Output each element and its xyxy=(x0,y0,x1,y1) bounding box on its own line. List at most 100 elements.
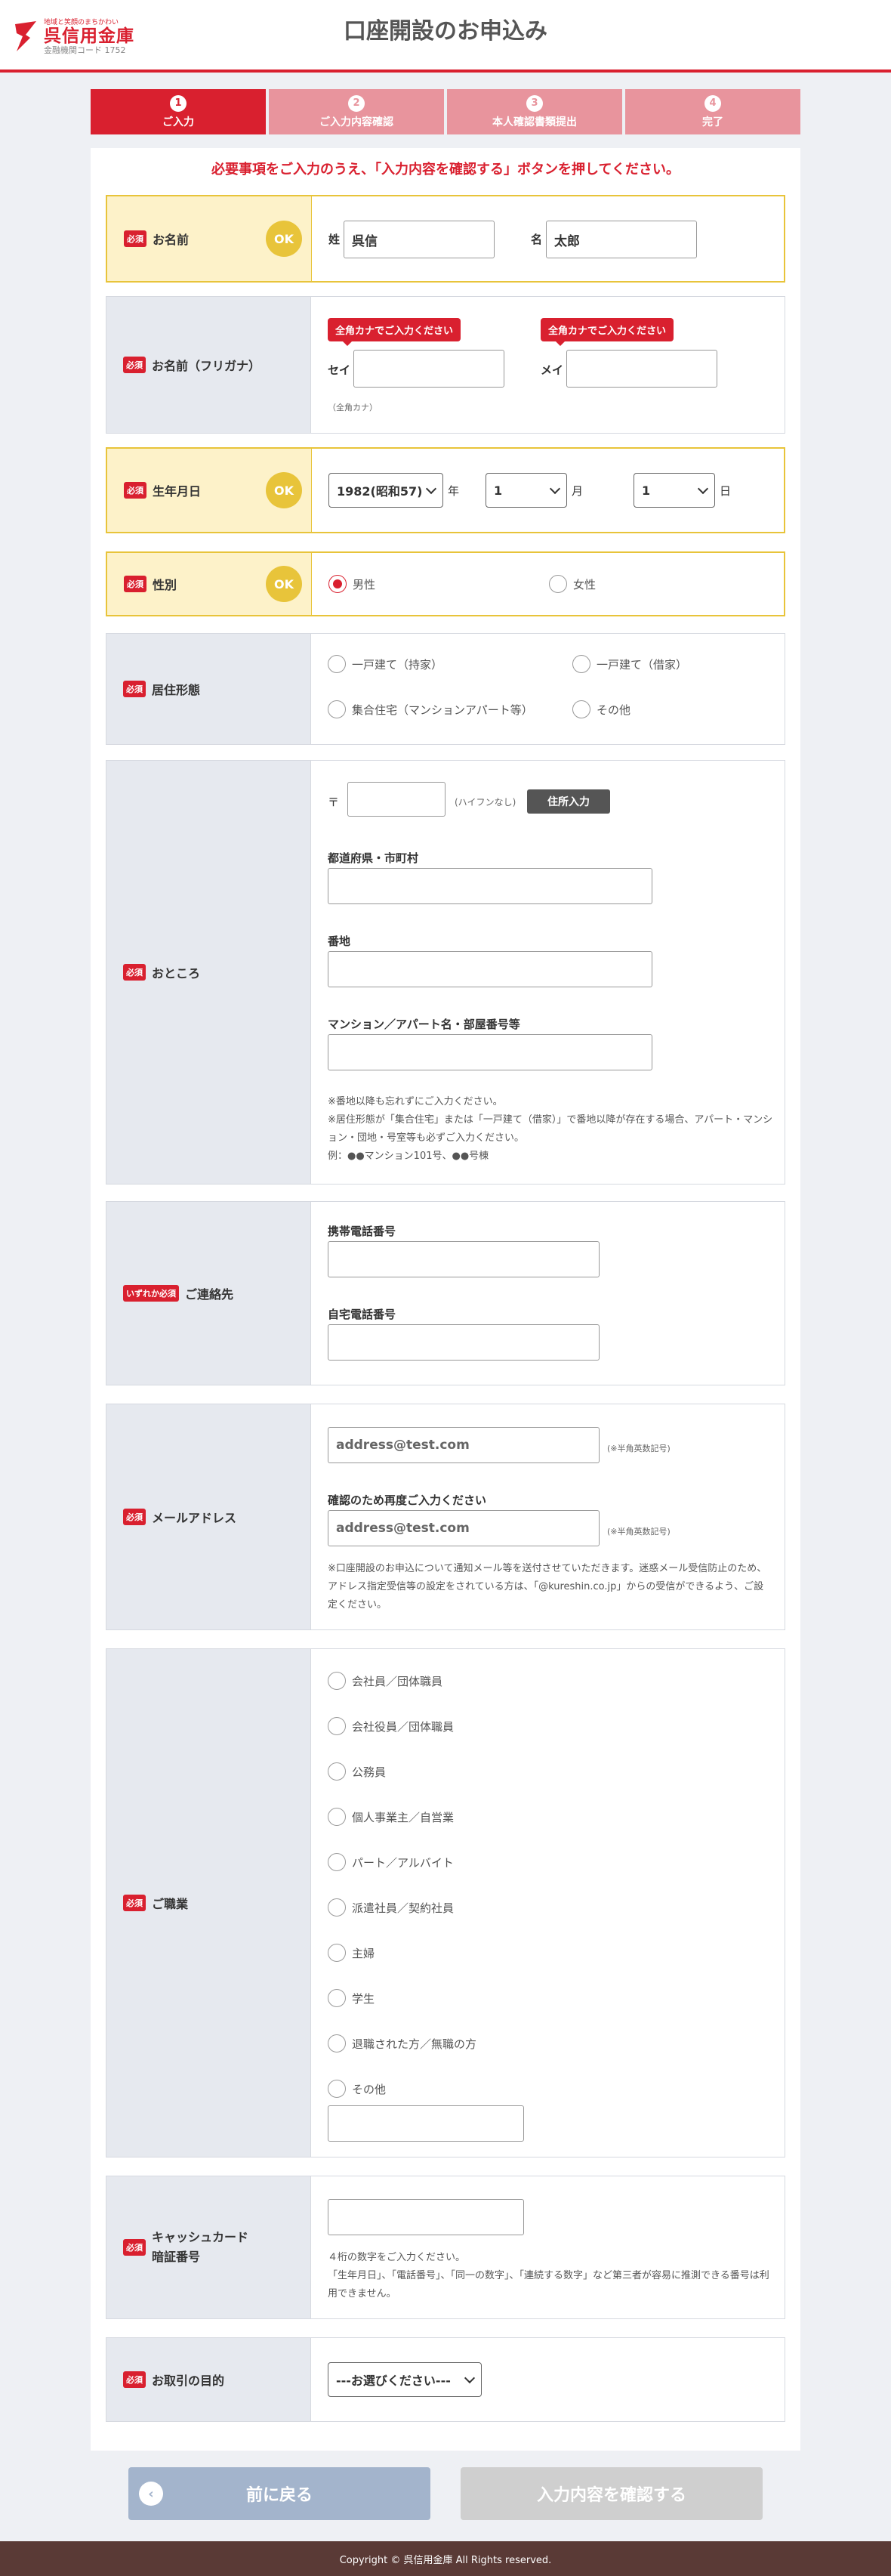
radio-label: 集合住宅（マンションアパート等） xyxy=(352,703,533,717)
form-notice: 必要事項をご入力のうえ、「入力内容を確認する」ボタンを押してください。 xyxy=(211,162,680,178)
mei-kana-tooltip: 全角カナでご入力ください xyxy=(541,318,674,346)
mobile-label: 携帯電話番号 xyxy=(328,1225,396,1238)
back-button-label: 前に戻る xyxy=(245,2486,313,2505)
radio-label: 男性 xyxy=(353,577,376,591)
pin-label: キャッシュカード 暗証番号 xyxy=(152,2228,248,2266)
radio-selected-icon xyxy=(328,575,347,593)
day-unit: 日 xyxy=(720,484,732,498)
form-container: 必要事項をご入力のうえ、「入力内容を確認する」ボタンを押してください。 必須 お名… xyxy=(91,148,800,2451)
sei-input[interactable]: 呉信 xyxy=(344,221,495,258)
residence-option[interactable]: 一戸建て（持家） xyxy=(328,655,442,673)
residence-option[interactable]: 一戸建て（借家） xyxy=(572,655,687,673)
residence-option[interactable]: 集合住宅（マンションアパート等） xyxy=(328,700,533,718)
gender-label: 性別 xyxy=(153,578,177,592)
required-badge: 必須 xyxy=(123,964,146,981)
birth-year-select[interactable]: 1982(昭和57) xyxy=(328,473,443,508)
row-gender: 必須 性別 OK 男性 女性 xyxy=(106,551,785,616)
required-badge: 必須 xyxy=(124,576,146,592)
header: 地域と笑顔のまちかわい 呉信用金庫 金融機関コード 1752 口座開設のお申込み xyxy=(0,0,891,73)
email-confirm-hint: (※半角英数記号) xyxy=(607,1527,671,1537)
page-title: 口座開設のお申込み xyxy=(344,18,547,45)
confirm-button[interactable]: 入力内容を確認する xyxy=(461,2467,763,2520)
building-label: マンション／アパート名・部屋番号等 xyxy=(328,1018,520,1031)
mei-input[interactable]: 太郎 xyxy=(546,221,697,258)
birth-day-select[interactable]: 1 xyxy=(634,473,715,508)
occupation-option[interactable]: 公務員 xyxy=(328,1762,386,1781)
chevron-left-icon: ‹ xyxy=(139,2482,163,2506)
pref-city-input[interactable] xyxy=(328,868,652,904)
selected-value: 1982(昭和57) xyxy=(337,484,423,499)
occupation-option[interactable]: 個人事業主／自営業 xyxy=(328,1808,454,1826)
radio-label: パート／アルバイト xyxy=(352,1855,454,1870)
purpose-select[interactable]: ---お選びください--- xyxy=(328,2362,482,2397)
row-residence: 必須 居住形態 一戸建て（持家） 一戸建て（借家） 集合住宅（マンションアパート等… xyxy=(106,633,785,745)
gender-female-radio[interactable]: 女性 xyxy=(549,575,596,593)
step-label: ご入力内容確認 xyxy=(319,116,393,128)
radio-label: 女性 xyxy=(573,577,597,591)
sei-kana-input[interactable] xyxy=(353,350,504,388)
ok-badge: OK xyxy=(266,221,302,257)
back-button[interactable]: ‹ 前に戻る xyxy=(128,2467,430,2520)
mei-label: 名 xyxy=(531,233,543,246)
occupation-option[interactable]: その他 xyxy=(328,2080,386,2098)
chevron-down-icon xyxy=(425,483,437,494)
required-badge: 必須 xyxy=(123,1895,146,1911)
year-unit: 年 xyxy=(448,484,460,498)
progress-steps: 1 ご入力 2 ご入力内容確認 3 本人確認書類提出 4 完了 xyxy=(91,89,800,134)
home-phone-input[interactable] xyxy=(328,1324,600,1361)
postal-code-input[interactable] xyxy=(347,782,446,817)
step-number: 2 xyxy=(348,94,365,112)
pref-city-label: 都道府県・市町村 xyxy=(328,851,419,865)
address-lookup-button[interactable]: 住所入力 xyxy=(527,789,610,814)
row-pin: 必須 キャッシュカード 暗証番号 ４桁の数字をご入力ください。 「生年月日」、「電話… xyxy=(106,2176,785,2319)
email-input[interactable]: address@test.com xyxy=(328,1427,600,1463)
required-badge: 必須 xyxy=(123,2239,146,2256)
radio-icon xyxy=(328,1944,346,1962)
sei-label: 姓 xyxy=(328,233,341,246)
occupation-option[interactable]: 派遣社員／契約社員 xyxy=(328,1898,454,1917)
radio-icon xyxy=(328,1898,346,1917)
radio-icon xyxy=(328,1672,346,1690)
radio-label: その他 xyxy=(597,703,631,717)
mei-kana-input[interactable] xyxy=(566,350,717,388)
radio-icon xyxy=(572,700,590,718)
radio-icon xyxy=(328,2034,346,2052)
selected-value: 1 xyxy=(642,483,651,498)
address-note: 例：●●マンション101号、●●号棟 xyxy=(328,1151,489,1163)
row-purpose: 必須 お取引の目的 ---お選びください--- xyxy=(106,2337,785,2422)
gender-male-radio[interactable]: 男性 xyxy=(328,575,375,593)
occupation-option[interactable]: 会社員／団体職員 xyxy=(328,1672,442,1690)
required-badge: 必須 xyxy=(123,681,146,697)
radio-label: 会社役員／団体職員 xyxy=(352,1719,455,1734)
logo-code: 金融機関コード 1752 xyxy=(44,45,126,56)
step-number: 3 xyxy=(526,94,543,112)
row-occupation: 必須 ご職業 会社員／団体職員 会社役員／団体職員 公務員 個人事業主／自営業 パ… xyxy=(106,1648,785,2157)
chevron-down-icon xyxy=(697,483,709,494)
required-badge: 必須 xyxy=(123,357,146,373)
mobile-phone-input[interactable] xyxy=(328,1241,600,1277)
pin-input[interactable] xyxy=(328,2199,524,2235)
postal-hint: (ハイフンなし) xyxy=(455,797,516,808)
occupation-option[interactable]: 退職された方／無職の方 xyxy=(328,2034,476,2052)
occupation-other-input[interactable] xyxy=(328,2105,524,2142)
row-contact: いずれか必須 ご連絡先 携帯電話番号 自宅電話番号 xyxy=(106,1201,785,1385)
radio-icon xyxy=(328,1853,346,1871)
furigana-label: お名前（フリガナ） xyxy=(152,359,261,373)
address-note: ※居住形態が「集合住宅」または「一戸建て（借家）」で番地以降が存在する場合、アパ… xyxy=(328,1114,773,1144)
selected-value: 1 xyxy=(494,483,503,498)
residence-option[interactable]: その他 xyxy=(572,700,630,718)
pin-notes: ４桁の数字をご入力ください。 「生年月日」、「電話番号」、「同一の数字」、「連続… xyxy=(328,2249,773,2303)
birth-month-select[interactable]: 1 xyxy=(486,473,567,508)
ok-badge: OK xyxy=(266,566,302,602)
ok-badge: OK xyxy=(266,472,302,508)
email-confirm-input[interactable]: address@test.com xyxy=(328,1510,600,1546)
radio-icon xyxy=(572,655,590,673)
purpose-label: お取引の目的 xyxy=(152,2374,225,2388)
banchi-input[interactable] xyxy=(328,951,652,987)
building-input[interactable] xyxy=(328,1034,652,1070)
occupation-option[interactable]: 主婦 xyxy=(328,1944,375,1962)
row-address: 必須 おところ 〒 (ハイフンなし) 住所入力 都道府県・市町村 番地 マンション… xyxy=(106,760,785,1185)
occupation-option[interactable]: 学生 xyxy=(328,1989,375,2007)
occupation-option[interactable]: 会社役員／団体職員 xyxy=(328,1717,454,1735)
occupation-option[interactable]: パート／アルバイト xyxy=(328,1853,454,1871)
